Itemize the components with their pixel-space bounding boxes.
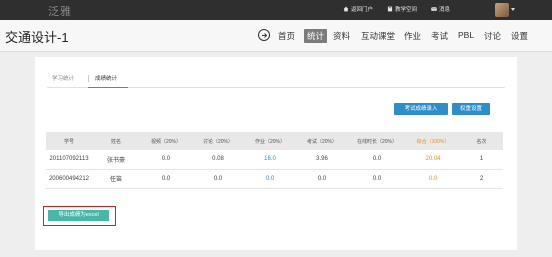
total-score-cell: 20.04 <box>406 150 460 170</box>
column-header: 学号 <box>46 132 92 150</box>
column-header: 综合（100%） <box>406 132 460 150</box>
top-bar: 泛雅 返回门户 教学空间 消息 <box>0 0 552 20</box>
student-name-cell: 任笛 <box>92 169 140 189</box>
return-portal-link[interactable]: 返回门户 <box>343 5 373 13</box>
homework-score-link[interactable]: 16.0 <box>244 150 296 170</box>
export-excel-button[interactable]: 导出成绩为excel <box>48 210 109 221</box>
tab-grade-statistics[interactable]: 成绩统计 <box>95 74 117 82</box>
course-header: 交通设计-1 首页 统计 资料 互动课堂 作业 考试 PBL 讨论 设置 <box>0 20 552 52</box>
column-header: 视频（20%） <box>140 132 192 150</box>
nav-settings[interactable]: 设置 <box>511 30 528 42</box>
arrow-right-circle-icon[interactable] <box>258 29 270 41</box>
rank-cell: 2 <box>460 169 503 189</box>
nav-discussion[interactable]: 讨论 <box>484 30 501 42</box>
nav-homework[interactable]: 作业 <box>404 30 421 42</box>
nav-statistics[interactable]: 统计 <box>304 29 328 43</box>
student-id-cell: 200600494212 <box>46 169 92 189</box>
video-score-cell: 0.0 <box>140 150 192 170</box>
app-logo: 泛雅 <box>48 6 72 18</box>
chevron-down-icon[interactable] <box>511 8 515 11</box>
nav-home[interactable]: 首页 <box>278 30 295 42</box>
column-header: 在线时长（20%） <box>348 132 406 150</box>
nav-materials[interactable]: 资料 <box>333 30 350 42</box>
exam-score-entry-button[interactable]: 考试成绩录入 <box>394 103 448 115</box>
table-header-row: 学号 姓名 视频（20%） 讨论（20%） 作业（20%） 考试（20%） 在线… <box>46 132 503 150</box>
student-name-cell: 张书豪 <box>92 150 140 170</box>
column-header: 作业（20%） <box>244 132 296 150</box>
messages-link[interactable]: 消息 <box>431 5 450 13</box>
grade-statistics-panel: 学习统计 成绩统计 考试成绩录入 权重设置 学号 姓名 视频（20%） 讨论（2… <box>35 57 517 250</box>
nav-exam[interactable]: 考试 <box>431 30 448 42</box>
tab-separator <box>88 75 89 82</box>
export-highlight-box: 导出成绩为excel <box>43 206 116 226</box>
online-time-score-cell: 0.0 <box>348 150 406 170</box>
rank-cell: 1 <box>460 150 503 170</box>
total-score-cell: 0.0 <box>406 169 460 189</box>
discussion-score-cell: 0.0 <box>192 169 244 189</box>
nav-interactive-class[interactable]: 互动课堂 <box>361 30 395 42</box>
exam-score-cell: 3.96 <box>296 150 348 170</box>
tab-learning-statistics[interactable]: 学习统计 <box>52 74 74 82</box>
table-row: 201107092113 张书豪 0.0 0.08 16.0 3.96 0.0 … <box>46 150 503 170</box>
online-time-score-cell: 0.0 <box>348 169 406 189</box>
discussion-score-cell: 0.08 <box>192 150 244 170</box>
column-header: 讨论（20%） <box>192 132 244 150</box>
active-tab-indicator <box>88 87 128 88</box>
weight-settings-button[interactable]: 权重设置 <box>452 103 490 115</box>
teaching-space-link[interactable]: 教学空间 <box>387 5 417 13</box>
exam-score-cell: 0.0 <box>296 169 348 189</box>
book-icon <box>387 6 393 12</box>
column-header: 姓名 <box>92 132 140 150</box>
user-avatar[interactable] <box>495 3 509 17</box>
video-score-cell: 0.0 <box>140 169 192 189</box>
messages-label: 消息 <box>439 7 451 13</box>
student-id-cell: 201107092113 <box>46 150 92 170</box>
teaching-space-label: 教学空间 <box>395 7 418 13</box>
course-title: 交通设计-1 <box>5 30 69 45</box>
nav-pbl[interactable]: PBL <box>458 30 474 40</box>
mail-icon <box>431 7 437 11</box>
return-portal-label: 返回门户 <box>351 7 374 13</box>
table-row: 200600494212 任笛 0.0 0.0 0.0 0.0 0.0 0.0 … <box>46 169 503 189</box>
home-icon <box>343 6 349 12</box>
column-header: 考试（20%） <box>296 132 348 150</box>
column-header: 名次 <box>460 132 503 150</box>
homework-score-link[interactable]: 0.0 <box>244 169 296 189</box>
grades-table: 学号 姓名 视频（20%） 讨论（20%） 作业（20%） 考试（20%） 在线… <box>46 132 503 189</box>
